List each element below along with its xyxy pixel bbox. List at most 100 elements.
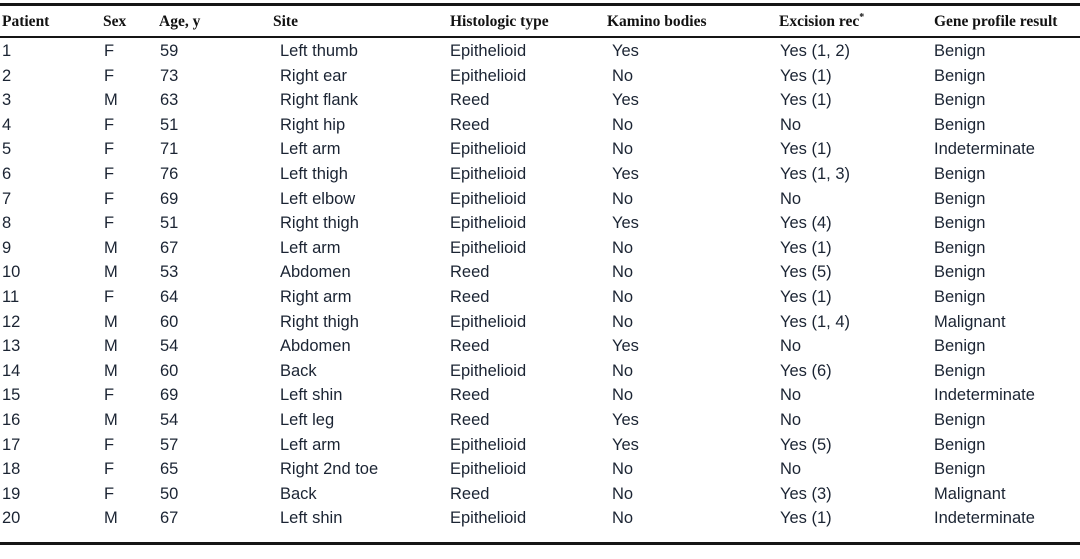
patient-data-table: Patient Sex Age, y Site Histologic type Kamin… (0, 0, 1080, 559)
cell-patient: 5 (2, 140, 12, 159)
cell-histo: Reed (450, 287, 490, 306)
cell-sex: F (104, 460, 115, 479)
table-row[interactable]: 4 F 51 Right hip Reed No No Benign (0, 114, 1080, 139)
table-row[interactable]: 17 F 57 Left arm Epithelioid Yes Yes (5) Benign (0, 434, 1080, 459)
cell-site: Left arm (280, 140, 341, 159)
cell-kamino: No (612, 386, 634, 405)
cell-site: Back (280, 361, 317, 380)
table-row[interactable]: 12 M 60 Right thigh Epithelioid No Yes (1, 4) M… (0, 311, 1080, 336)
cell-sex: M (104, 312, 118, 331)
cell-age: 63 (160, 91, 179, 110)
cell-excision: Yes (1, 4) (780, 312, 851, 331)
table-row[interactable]: 6 F 76 Left thigh Epithelioid Yes Yes (1, 3) Be… (0, 163, 1080, 188)
cell-gene: Benign (934, 214, 986, 233)
cell-patient: 17 (2, 435, 21, 454)
cell-gene: Benign (934, 189, 986, 208)
cell-sex: M (104, 91, 118, 110)
cell-kamino: No (612, 115, 634, 134)
table-row[interactable]: 14 M 60 Back Epithelioid No Yes (6) Benign (0, 360, 1080, 385)
table-row[interactable]: 1 F 59 Left thumb Epithelioid Yes Yes (1, 2) Be… (0, 40, 1080, 65)
cell-sex: M (104, 337, 118, 356)
cell-age: 51 (160, 214, 179, 233)
table-row[interactable]: 3 M 63 Right flank Reed Yes Yes (1) Benign (0, 89, 1080, 114)
table-header-rule (0, 36, 1080, 38)
column-header-histo[interactable]: Histologic type (450, 12, 549, 32)
table-row[interactable]: 8 F 51 Right thigh Epithelioid Yes Yes (4) Beni… (0, 212, 1080, 237)
column-header-label: Kamino bodies (607, 13, 707, 30)
table-row[interactable]: 18 F 65 Right 2nd toe Epithelioid No No Benign (0, 458, 1080, 483)
column-header-site[interactable]: Site (273, 12, 298, 32)
column-header-label: Patient (2, 13, 50, 30)
cell-gene: Benign (934, 410, 986, 429)
cell-site: Left leg (280, 410, 335, 429)
cell-histo: Epithelioid (450, 140, 527, 159)
cell-kamino: No (612, 287, 634, 306)
cell-gene: Malignant (934, 312, 1006, 331)
table-row[interactable]: 13 M 54 Abdomen Reed Yes No Benign (0, 335, 1080, 360)
cell-age: 50 (160, 484, 179, 503)
column-header-age[interactable]: Age, y (159, 12, 200, 32)
table-row[interactable]: 11 F 64 Right arm Reed No Yes (1) Benign (0, 286, 1080, 311)
cell-sex: F (104, 484, 115, 503)
cell-sex: M (104, 509, 118, 528)
cell-excision: No (780, 460, 802, 479)
column-header-kamino[interactable]: Kamino bodies (607, 12, 706, 32)
cell-site: Left shin (280, 509, 343, 528)
cell-age: 60 (160, 361, 179, 380)
cell-excision: Yes (1) (780, 91, 832, 110)
cell-sex: M (104, 410, 118, 429)
cell-gene: Indeterminate (934, 509, 1035, 528)
cell-histo: Reed (450, 410, 490, 429)
column-header-sex[interactable]: Sex (103, 12, 126, 32)
cell-patient: 3 (2, 91, 12, 110)
table-row[interactable]: 9 M 67 Left arm Epithelioid No Yes (1) Benign (0, 237, 1080, 262)
cell-kamino: Yes (612, 410, 639, 429)
cell-site: Right flank (280, 91, 358, 110)
cell-excision: No (780, 189, 802, 208)
cell-age: 73 (160, 66, 179, 85)
cell-excision: No (780, 337, 802, 356)
column-header-patient[interactable]: Patient (2, 12, 49, 32)
cell-site: Right 2nd toe (280, 460, 379, 479)
cell-kamino: No (612, 460, 634, 479)
cell-histo: Epithelioid (450, 66, 527, 85)
cell-gene: Benign (934, 115, 986, 134)
column-header-label: Age, y (159, 13, 201, 30)
cell-site: Left arm (280, 238, 341, 257)
cell-excision: Yes (1, 2) (780, 42, 851, 60)
table-row[interactable]: 15 F 69 Left shin Reed No No Indeterminate (0, 384, 1080, 409)
cell-histo: Epithelioid (450, 435, 527, 454)
cell-sex: F (104, 386, 115, 405)
cell-gene: Benign (934, 66, 986, 85)
cell-sex: F (104, 287, 115, 306)
cell-histo: Reed (450, 386, 490, 405)
cell-age: 54 (160, 410, 179, 429)
table-row[interactable]: 2 F 73 Right ear Epithelioid No Yes (1) Benign (0, 65, 1080, 90)
cell-age: 60 (160, 312, 179, 331)
cell-patient: 12 (2, 312, 21, 331)
table-row[interactable]: 16 M 54 Left leg Reed Yes No Benign (0, 409, 1080, 434)
cell-excision: No (780, 410, 802, 429)
column-header-gene[interactable]: Gene profile result (934, 12, 1057, 32)
cell-histo: Reed (450, 91, 490, 110)
cell-age: 59 (160, 42, 179, 60)
cell-patient: 15 (2, 386, 21, 405)
column-header-excision[interactable]: Excision rec* (779, 12, 864, 32)
cell-patient: 10 (2, 263, 21, 282)
table-row[interactable]: 20 M 67 Left shin Epithelioid No Yes (1) Indete… (0, 507, 1080, 532)
table-row[interactable]: 7 F 69 Left elbow Epithelioid No No Benign (0, 188, 1080, 213)
table-row[interactable]: 5 F 71 Left arm Epithelioid No Yes (1) Indeterm… (0, 138, 1080, 163)
cell-patient: 8 (2, 214, 12, 233)
cell-excision: No (780, 115, 802, 134)
cell-gene: Benign (934, 91, 986, 110)
cell-site: Abdomen (280, 337, 351, 356)
cell-excision: Yes (1) (780, 509, 832, 528)
column-header-label: Histologic type (450, 13, 549, 30)
table-row[interactable]: 10 M 53 Abdomen Reed No Yes (5) Benign (0, 261, 1080, 286)
cell-age: 64 (160, 287, 179, 306)
cell-sex: F (104, 214, 115, 233)
table-row[interactable]: 19 F 50 Back Reed No Yes (3) Malignant (0, 483, 1080, 508)
cell-site: Back (280, 484, 317, 503)
cell-excision: Yes (4) (780, 214, 832, 233)
table-header-row: Patient Sex Age, y Site Histologic type Kamin… (0, 12, 1080, 34)
